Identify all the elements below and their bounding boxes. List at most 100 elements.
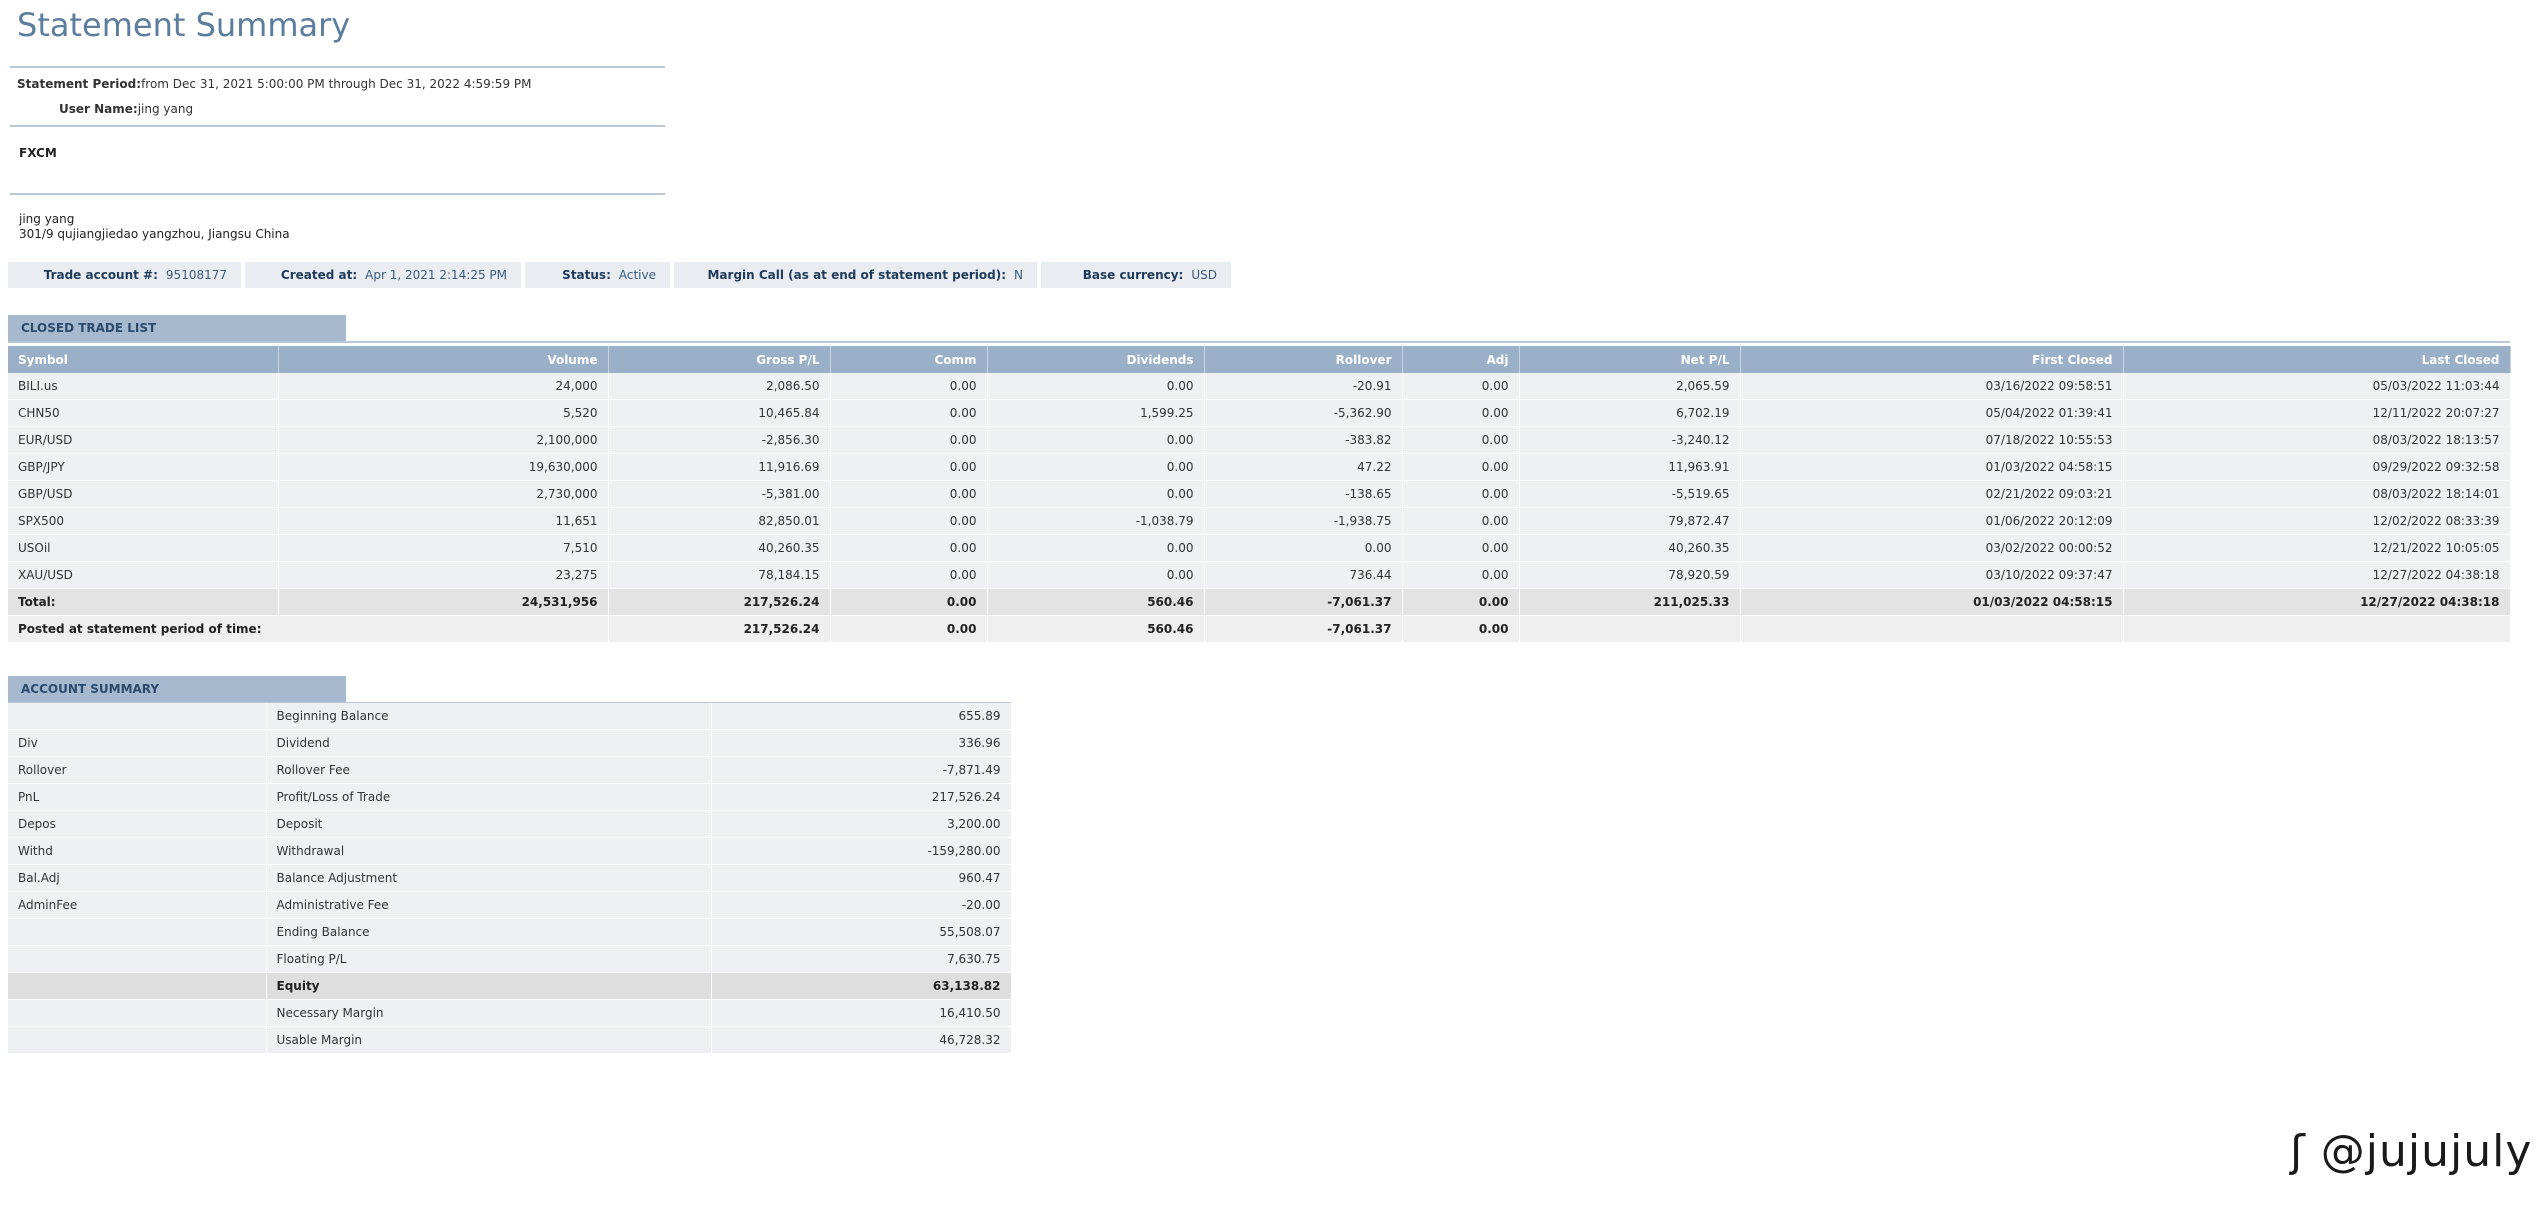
summary-code — [8, 999, 267, 1027]
total-first-closed: 01/03/2022 04:58:15 — [1740, 588, 2124, 616]
base-currency-cell: Base currency: USD — [1041, 262, 1231, 288]
statement-period: Statement Period:from Dec 31, 2021 5:00:… — [17, 77, 531, 91]
col-header-net-pl[interactable]: Net P/L — [1519, 346, 1741, 373]
cell-dividends: 0.00 — [987, 561, 1205, 589]
trade-account-label: Trade account #: — [43, 268, 158, 282]
cell-comm: 0.00 — [830, 426, 988, 454]
cell-last-closed: 08/03/2022 18:13:57 — [2123, 426, 2511, 454]
cell-rollover: -1,938.75 — [1204, 507, 1403, 535]
table-header-row: Symbol Volume Gross P/L Comm Dividends R… — [8, 346, 2511, 373]
summary-row: Withd Withdrawal -159,280.00 — [8, 837, 1012, 865]
cell-last-closed: 09/29/2022 09:32:58 — [2123, 453, 2511, 481]
cell-gross-pl: 82,850.01 — [608, 507, 831, 535]
table-row[interactable]: USOil 7,510 40,260.35 0.00 0.00 0.00 0.00 40,26… — [8, 534, 2511, 562]
summary-description: Necessary Margin — [266, 999, 712, 1027]
summary-description: Usable Margin — [266, 1026, 712, 1054]
table-row[interactable]: EUR/USD 2,100,000 -2,856.30 0.00 0.00 -383.82… — [8, 426, 2511, 454]
col-header-rollover[interactable]: Rollover — [1204, 346, 1403, 373]
total-volume: 24,531,956 — [278, 588, 609, 616]
base-currency-value: USD — [1191, 268, 1217, 282]
table-row[interactable]: GBP/USD 2,730,000 -5,381.00 0.00 0.00 -138.65… — [8, 480, 2511, 508]
closed-trade-table: Symbol Volume Gross P/L Comm Dividends R… — [8, 346, 2511, 643]
summary-description: Rollover Fee — [266, 756, 712, 784]
cell-first-closed: 01/06/2022 20:12:09 — [1740, 507, 2124, 535]
cell-last-closed: 05/03/2022 11:03:44 — [2123, 373, 2511, 400]
cell-comm: 0.00 — [830, 373, 988, 400]
summary-amount: 336.96 — [711, 729, 1012, 757]
col-header-adj[interactable]: Adj — [1402, 346, 1520, 373]
summary-description: Dividend — [266, 729, 712, 757]
summary-description: Equity — [266, 972, 712, 1000]
account-info-bar: Trade account #: 95108177 Created at: Apr … — [8, 262, 1235, 288]
cell-net-pl: 6,702.19 — [1519, 399, 1741, 427]
summary-amount: 217,526.24 — [711, 783, 1012, 811]
cell-first-closed: 07/18/2022 10:55:53 — [1740, 426, 2124, 454]
summary-code: Div — [8, 729, 267, 757]
summary-description: Floating P/L — [266, 945, 712, 973]
watermark-text: @jujujuly — [2320, 1126, 2533, 1177]
col-header-first-closed[interactable]: First Closed — [1740, 346, 2124, 373]
margin-call-cell: Margin Call (as at end of statement peri… — [674, 262, 1037, 288]
cell-first-closed: 03/10/2022 09:37:47 — [1740, 561, 2124, 589]
table-row[interactable]: CHN50 5,520 10,465.84 0.00 1,599.25 -5,362.90… — [8, 399, 2511, 427]
col-header-volume[interactable]: Volume — [278, 346, 609, 373]
col-header-dividends[interactable]: Dividends — [987, 346, 1205, 373]
created-at-label: Created at: — [280, 268, 358, 282]
total-comm: 0.00 — [830, 588, 988, 616]
summary-amount: 63,138.82 — [711, 972, 1012, 1000]
col-header-symbol[interactable]: Symbol — [8, 346, 279, 373]
cell-gross-pl: 40,260.35 — [608, 534, 831, 562]
margin-call-label: Margin Call (as at end of statement peri… — [707, 268, 1007, 282]
cell-symbol: USOil — [8, 534, 279, 562]
table-row[interactable]: XAU/USD 23,275 78,184.15 0.00 0.00 736.44 0.00… — [8, 561, 2511, 589]
cell-comm: 0.00 — [830, 561, 988, 589]
cell-rollover: -5,362.90 — [1204, 399, 1403, 427]
posted-label: Posted at statement period of time: — [8, 615, 609, 643]
cell-comm: 0.00 — [830, 534, 988, 562]
cell-last-closed: 12/02/2022 08:33:39 — [2123, 507, 2511, 535]
summary-row: PnL Profit/Loss of Trade 217,526.24 — [8, 783, 1012, 811]
cell-rollover: 47.22 — [1204, 453, 1403, 481]
cell-gross-pl: 2,086.50 — [608, 373, 831, 400]
table-row[interactable]: SPX500 11,651 82,850.01 0.00 -1,038.79 -1,938… — [8, 507, 2511, 535]
cell-adj: 0.00 — [1402, 507, 1520, 535]
summary-row: Ending Balance 55,508.07 — [8, 918, 1012, 946]
summary-amount: -159,280.00 — [711, 837, 1012, 865]
summary-code: Bal.Adj — [8, 864, 267, 892]
cell-volume: 2,100,000 — [278, 426, 609, 454]
cell-net-pl: 79,872.47 — [1519, 507, 1741, 535]
cell-volume: 2,730,000 — [278, 480, 609, 508]
summary-amount: 655.89 — [711, 703, 1012, 730]
cell-net-pl: -3,240.12 — [1519, 426, 1741, 454]
cell-dividends: 0.00 — [987, 426, 1205, 454]
address-name: jing yang — [19, 212, 75, 226]
summary-row: AdminFee Administrative Fee -20.00 — [8, 891, 1012, 919]
cell-net-pl: 40,260.35 — [1519, 534, 1741, 562]
cell-net-pl: 11,963.91 — [1519, 453, 1741, 481]
divider — [10, 66, 665, 68]
total-dividends: 560.46 — [987, 588, 1205, 616]
address-block: jing yang 301/9 qujiangjiedao yangzhou, … — [19, 212, 290, 242]
watermark-logo-icon: ʃ — [2290, 1126, 2306, 1177]
col-header-gross-pl[interactable]: Gross P/L — [608, 346, 831, 373]
cell-volume: 5,520 — [278, 399, 609, 427]
divider — [10, 193, 665, 195]
cell-net-pl: -5,519.65 — [1519, 480, 1741, 508]
table-row[interactable]: GBP/JPY 19,630,000 11,916.69 0.00 0.00 47.22 0… — [8, 453, 2511, 481]
cell-first-closed: 01/03/2022 04:58:15 — [1740, 453, 2124, 481]
created-at-value: Apr 1, 2021 2:14:25 PM — [365, 268, 507, 282]
cell-gross-pl: -5,381.00 — [608, 480, 831, 508]
posted-dividends: 560.46 — [987, 615, 1205, 643]
cell-adj: 0.00 — [1402, 453, 1520, 481]
cell-gross-pl: -2,856.30 — [608, 426, 831, 454]
total-last-closed: 12/27/2022 04:38:18 — [2123, 588, 2511, 616]
col-header-comm[interactable]: Comm — [830, 346, 988, 373]
address-line: 301/9 qujiangjiedao yangzhou, Jiangsu Ch… — [19, 227, 290, 241]
summary-amount: 960.47 — [711, 864, 1012, 892]
col-header-last-closed[interactable]: Last Closed — [2123, 346, 2511, 373]
cell-last-closed: 08/03/2022 18:14:01 — [2123, 480, 2511, 508]
total-adj: 0.00 — [1402, 588, 1520, 616]
cell-first-closed: 03/16/2022 09:58:51 — [1740, 373, 2124, 400]
table-row[interactable]: BILI.us 24,000 2,086.50 0.00 0.00 -20.91 0.00 2… — [8, 373, 2511, 400]
trade-account-value: 95108177 — [165, 268, 227, 282]
